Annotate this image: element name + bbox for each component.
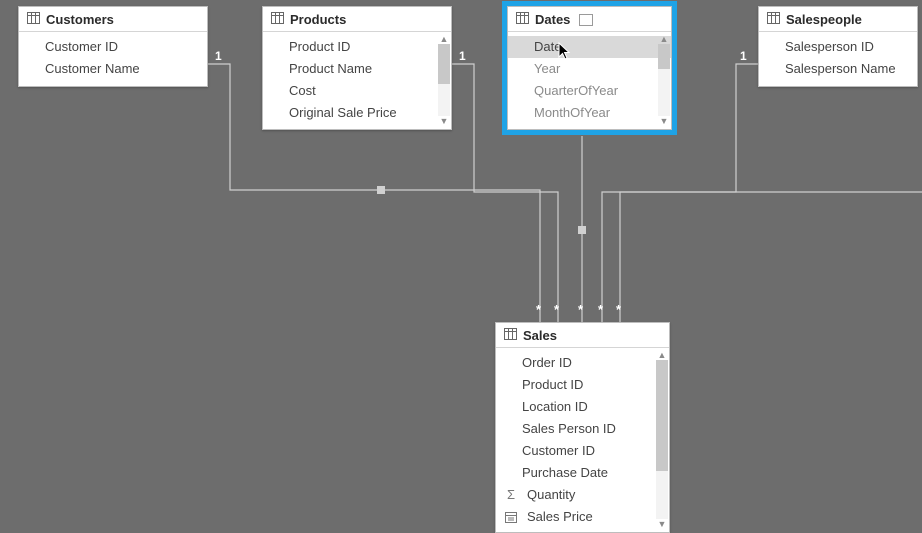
field-list: Product ID Product Name Cost Original Sa… — [263, 32, 451, 128]
table-header[interactable]: Products — [263, 7, 451, 32]
table-title: Dates — [535, 12, 570, 27]
table-salespeople[interactable]: Salespeople Salesperson ID Salesperson N… — [758, 6, 918, 87]
scrollbar[interactable]: ▲ ▼ — [438, 34, 450, 126]
table-customers[interactable]: Customers Customer ID Customer Name — [18, 6, 208, 87]
field-item[interactable]: Product ID — [496, 374, 669, 396]
field-item[interactable]: Original Sale Price — [263, 102, 451, 124]
cardinality-one: 1 — [740, 49, 747, 63]
table-sales[interactable]: Sales Order ID Product ID Location ID Sa… — [495, 322, 670, 533]
cardinality-many: * — [578, 302, 584, 317]
field-item[interactable]: Salesperson ID — [759, 36, 917, 58]
cardinality-many: * — [536, 302, 542, 317]
table-title: Sales — [523, 328, 557, 343]
model-canvas[interactable]: { "tables": { "customers": { "title": "C… — [0, 0, 922, 533]
field-item[interactable]: Product ID — [263, 36, 451, 58]
sigma-icon: Σ — [504, 486, 518, 504]
scrollbar[interactable]: ▲ ▼ — [658, 34, 670, 126]
scroll-down-icon[interactable]: ▼ — [438, 116, 450, 126]
scroll-up-icon[interactable]: ▲ — [658, 34, 670, 44]
scroll-up-icon[interactable]: ▲ — [656, 350, 668, 360]
table-icon — [504, 328, 517, 343]
field-item[interactable]: QuarterOfYear — [508, 80, 671, 102]
field-item[interactable]: Salesperson Name — [759, 58, 917, 80]
scrollbar[interactable]: ▲ ▼ — [656, 350, 668, 529]
field-item[interactable]: Customer Name — [19, 58, 207, 80]
field-item[interactable]: Sales Price — [496, 506, 669, 528]
field-item[interactable]: Location ID — [496, 396, 669, 418]
table-icon — [271, 12, 284, 27]
field-item[interactable]: Sales Person ID — [496, 418, 669, 440]
table-header[interactable]: Dates — [508, 7, 671, 32]
field-item[interactable]: Σ Quantity — [496, 484, 669, 506]
cardinality-one: 1 — [215, 49, 222, 63]
field-item[interactable]: Product Name — [263, 58, 451, 80]
cardinality-one: 1 — [459, 49, 466, 63]
field-item[interactable]: Order ID — [496, 352, 669, 374]
field-list: Order ID Product ID Location ID Sales Pe… — [496, 348, 669, 531]
field-item[interactable]: Date — [508, 36, 671, 58]
table-header[interactable]: Customers — [19, 7, 207, 32]
field-list: Salesperson ID Salesperson Name — [759, 32, 917, 86]
cardinality-many: * — [598, 302, 604, 317]
field-item[interactable]: Year — [508, 58, 671, 80]
table-products[interactable]: Products Product ID Product Name Cost Or… — [262, 6, 452, 130]
scroll-down-icon[interactable]: ▼ — [656, 519, 668, 529]
table-title: Products — [290, 12, 346, 27]
cardinality-many: * — [616, 302, 622, 317]
table-title: Salespeople — [786, 12, 862, 27]
cardinality-many: * — [554, 302, 560, 317]
table-icon — [516, 12, 529, 27]
field-item[interactable]: Customer ID — [496, 440, 669, 462]
table-header[interactable]: Sales — [496, 323, 669, 348]
field-item[interactable]: MonthOfYear — [508, 102, 671, 124]
table-header[interactable]: Salespeople — [759, 7, 917, 32]
field-item[interactable]: Cost — [263, 80, 451, 102]
number-column-icon — [504, 512, 518, 523]
field-list: Date Year QuarterOfYear MonthOfYear — [508, 32, 671, 128]
table-dates[interactable]: Dates Date Year QuarterOfYear MonthOfYea… — [507, 6, 672, 130]
field-item[interactable]: Customer ID — [19, 36, 207, 58]
table-icon — [767, 12, 780, 27]
scroll-up-icon[interactable]: ▲ — [438, 34, 450, 44]
table-icon — [27, 12, 40, 27]
date-table-badge-icon — [579, 14, 593, 26]
field-list: Customer ID Customer Name — [19, 32, 207, 86]
table-title: Customers — [46, 12, 114, 27]
field-item[interactable]: Purchase Date — [496, 462, 669, 484]
scroll-down-icon[interactable]: ▼ — [658, 116, 670, 126]
